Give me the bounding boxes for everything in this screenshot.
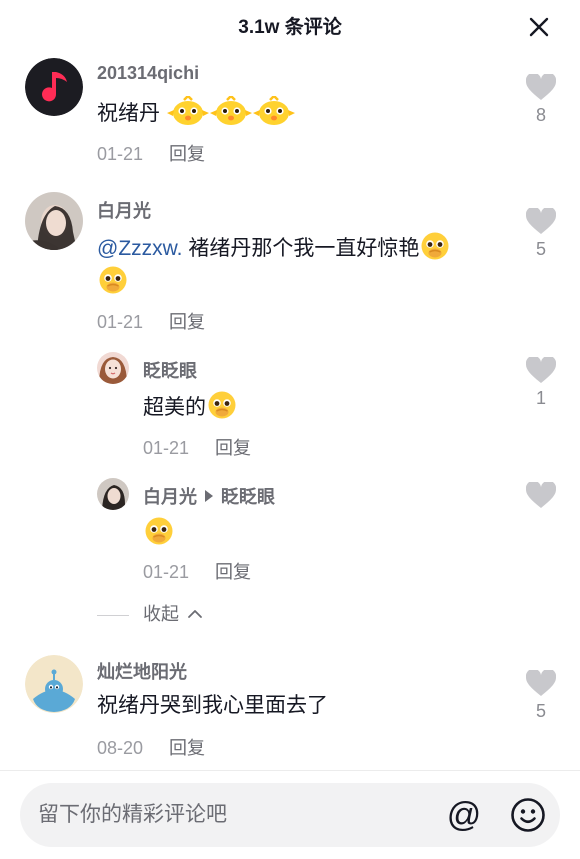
avatar[interactable] [97,352,129,384]
reply-target[interactable]: 眨眨眼 [221,487,275,507]
heart-icon [526,357,556,383]
like-button[interactable] [521,482,561,509]
reply-button[interactable]: 回复 [215,438,251,458]
chick-emoji-icon [166,94,209,135]
comment-date: 01-21 [97,312,144,332]
comment-username[interactable]: 201314qichi [97,63,199,84]
comment-username[interactable]: 白月光 眨眨眼 [143,483,275,509]
comment-text: @Zzzxw. 褚绪丹那个我一直好惊艳 [97,231,450,270]
collapse-replies-button[interactable]: 收起 [97,600,203,626]
comment-date: 01-21 [143,562,190,582]
pleading-emoji-icon [420,231,450,270]
like-count: 1 [535,388,546,408]
comment-date: 01-21 [143,438,190,458]
comment-username[interactable]: 灿烂地阳光 [97,658,187,684]
close-icon[interactable] [528,16,550,38]
reply-arrow-icon [205,490,213,502]
comment-date: 08-20 [97,738,144,758]
like-count: 5 [535,239,546,259]
heart-icon [526,208,556,234]
reply-button[interactable]: 回复 [215,562,251,582]
comment-text-content: 超美的 [143,396,206,419]
like-count: 8 [535,105,546,125]
comment-meta: 01-21 回复 [143,434,251,460]
avatar[interactable] [25,192,83,250]
comment-text-content: 褚绪丹那个我一直好惊艳 [182,237,420,260]
comment-username[interactable]: 白月光 [97,197,151,223]
comment-meta: 01-21 回复 [97,140,205,166]
comment-input-bar: @ [0,770,580,859]
pleading-emoji-icon [98,265,128,304]
reply-author[interactable]: 白月光 [143,487,197,507]
divider-line [97,614,129,616]
heart-icon [526,482,556,508]
comment-input-box: @ [20,783,560,847]
comment-meta: 01-21 回复 [97,308,205,334]
like-button[interactable]: 5 [521,208,561,260]
pleading-emoji-icon [207,390,237,429]
heart-icon [526,670,556,696]
like-button[interactable]: 8 [521,74,561,126]
comment-input[interactable] [38,795,418,835]
chevron-up-icon [188,610,202,618]
comment-meta: 01-21 回复 [143,558,251,584]
comment-text [143,516,174,555]
comment-count-title: 3.1w 条评论 [238,17,342,38]
comment-username[interactable]: 眨眨眼 [143,357,197,383]
comments-header: 3.1w 条评论 [0,0,580,50]
reply-button[interactable]: 回复 [169,312,205,332]
collapse-label: 收起 [143,604,179,624]
music-note-icon [25,58,83,116]
smiley-icon[interactable] [510,797,546,833]
comment-text-overflow [97,265,128,304]
comment-text: 祝绪丹哭到我心里面去了 [97,694,328,717]
avatar[interactable] [25,58,83,116]
comment-meta: 08-20 回复 [97,734,205,760]
heart-icon [526,74,556,100]
like-button[interactable]: 1 [521,357,561,409]
like-count: 5 [535,701,546,721]
chick-emoji-icon [252,94,295,135]
comment-text-content: 祝绪丹 [97,102,160,125]
like-button[interactable]: 5 [521,670,561,722]
reply-button[interactable]: 回复 [169,738,205,758]
chick-emoji-icon [209,94,252,135]
at-icon[interactable]: @ [445,796,483,834]
comment-text: 祝绪丹 [97,94,295,135]
comment-text: 超美的 [143,390,237,429]
mention-link[interactable]: @Zzzxw. [97,237,183,260]
pleading-emoji-icon [144,516,174,555]
reply-button[interactable]: 回复 [169,144,205,164]
avatar[interactable] [97,478,129,510]
avatar[interactable] [25,655,83,713]
comment-date: 01-21 [97,144,144,164]
